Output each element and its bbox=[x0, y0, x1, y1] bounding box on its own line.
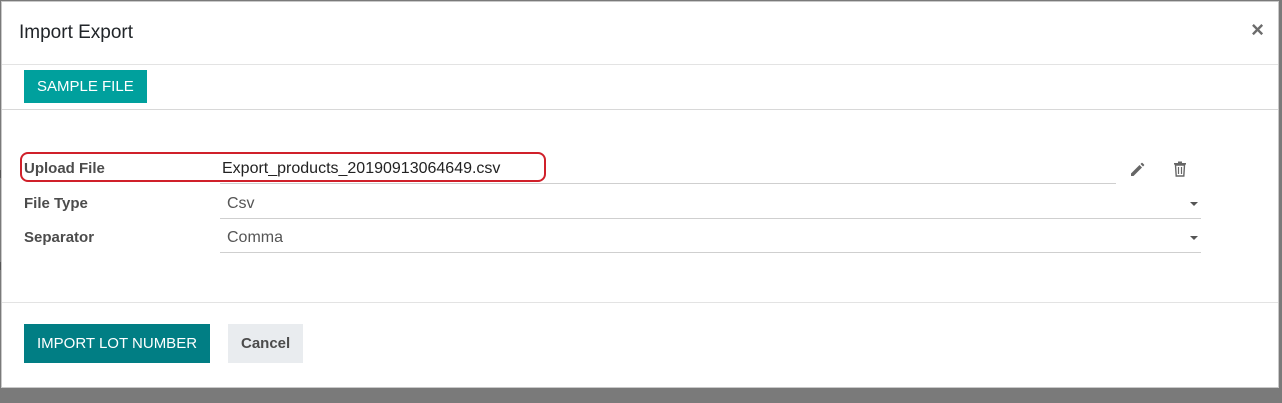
import-export-dialog: Import Export × SAMPLE FILE Upload File … bbox=[1, 1, 1279, 388]
file-type-value: Csv bbox=[227, 195, 255, 212]
sample-file-button[interactable]: SAMPLE FILE bbox=[24, 70, 147, 103]
upload-file-name: Export_products_20190913064649.csv bbox=[222, 160, 501, 177]
cancel-button[interactable]: Cancel bbox=[228, 324, 304, 363]
pencil-icon[interactable] bbox=[1128, 160, 1146, 178]
import-form: Upload File Export_products_201909130646… bbox=[2, 110, 1278, 303]
import-lot-number-button[interactable]: IMPORT LOT NUMBER bbox=[24, 324, 211, 363]
chevron-down-icon bbox=[1190, 202, 1198, 206]
separator-select[interactable]: Comma bbox=[220, 223, 1201, 253]
close-button[interactable]: × bbox=[1251, 19, 1264, 41]
separator-label: Separator bbox=[24, 229, 95, 246]
chevron-down-icon bbox=[1190, 236, 1198, 240]
dialog-title: Import Export bbox=[19, 22, 134, 43]
dialog-toolbar: SAMPLE FILE bbox=[2, 65, 1278, 110]
backdrop-edge-mark bbox=[0, 262, 1, 270]
file-type-select[interactable]: Csv bbox=[220, 189, 1201, 219]
trash-icon[interactable] bbox=[1171, 160, 1189, 178]
upload-file-label: Upload File bbox=[24, 160, 105, 177]
dialog-footer: IMPORT LOT NUMBER Cancel bbox=[2, 303, 1278, 391]
separator-value: Comma bbox=[227, 229, 284, 246]
dialog-header: Import Export × bbox=[2, 2, 1278, 65]
upload-file-field[interactable]: Export_products_20190913064649.csv bbox=[220, 154, 1116, 184]
file-type-label: File Type bbox=[24, 195, 88, 212]
backdrop-edge-mark bbox=[0, 170, 1, 178]
